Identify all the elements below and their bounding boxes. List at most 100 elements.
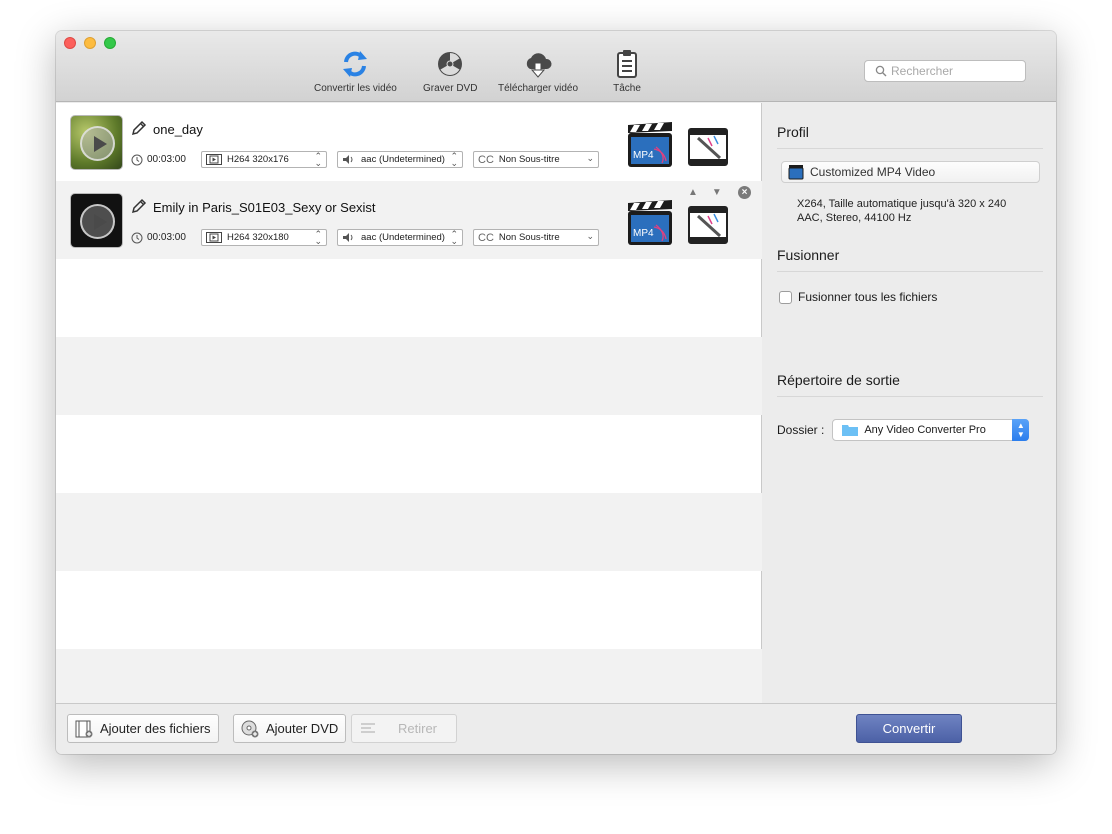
cloud-download-icon <box>526 53 552 78</box>
profile-description: X264, Taille automatique jusqu'à 320 x 2… <box>797 197 1006 225</box>
pencil-icon[interactable] <box>131 120 147 136</box>
pencil-icon[interactable] <box>131 198 147 214</box>
video-thumbnail[interactable] <box>70 115 123 170</box>
cc-icon: CC <box>478 153 494 166</box>
video-thumbnail[interactable] <box>70 193 123 248</box>
folder-value: Any Video Converter Pro <box>864 424 986 436</box>
video-track-select[interactable]: H264 320x180 ⌃ ⌄ <box>201 229 327 246</box>
play-icon[interactable] <box>80 126 115 161</box>
empty-row <box>56 259 762 337</box>
task-label: Tâche <box>613 83 641 94</box>
output-format-button[interactable]: MP4 <box>626 121 674 174</box>
file-row[interactable]: one_day 00:03:00 H264 320x176 ⌃ ⌄ aac (U… <box>56 103 762 181</box>
file-name: Emily in Paris_S01E03_Sexy or Sexist <box>153 200 376 215</box>
svg-text:MP4: MP4 <box>633 228 654 239</box>
bottom-bar: Ajouter des fichiers Ajouter DVD Retirer… <box>56 703 1056 754</box>
profile-desc-video: X264, Taille automatique jusqu'à 320 x 2… <box>797 198 1007 210</box>
audio-track-value: aac (Undetermined) <box>361 232 445 243</box>
stepper-icon: ⌃ ⌄ <box>450 229 458 246</box>
output-dir-title: Répertoire de sortie <box>777 372 900 388</box>
output-format-button[interactable]: MP4 <box>626 199 674 252</box>
profile-selector[interactable]: Customized MP4 Video <box>781 161 1040 183</box>
toolbar: Convertir les vidéo Graver DVD Télécharg… <box>56 31 1056 102</box>
folder-label: Dossier : <box>777 423 825 437</box>
zoom-window-button[interactable] <box>104 37 116 49</box>
convert-video-button[interactable]: Convertir les vidéo <box>314 49 397 94</box>
move-up-icon[interactable]: ▲ <box>688 187 698 198</box>
play-icon[interactable] <box>80 204 115 239</box>
mp4-clapper-icon: MP4 <box>628 122 672 167</box>
divider <box>777 271 1043 272</box>
video-track-select[interactable]: H264 320x176 ⌃ ⌄ <box>201 151 327 168</box>
subtitle-select[interactable]: CC Non Sous-titre ⌄ <box>473 151 599 168</box>
stepper-icon[interactable]: ▲ ▼ <box>1012 419 1030 441</box>
duration: 00:03:00 <box>131 154 201 166</box>
window-controls <box>64 37 116 49</box>
video-clapper-icon <box>788 165 804 180</box>
move-down-icon[interactable]: ▼ <box>712 187 722 198</box>
film-wand-icon <box>688 128 728 166</box>
app-window: Convertir les vidéo Graver DVD Télécharg… <box>56 31 1056 754</box>
clock-icon <box>131 154 143 165</box>
file-meta: 00:03:00 H264 320x180 ⌃ ⌄ aac (Undetermi… <box>131 229 599 246</box>
burn-dvd-label: Graver DVD <box>423 83 478 94</box>
search-icon <box>875 65 887 77</box>
folder-select[interactable]: Any Video Converter Pro ▲ ▼ <box>832 419 1030 441</box>
subtitle-value: Non Sous-titre <box>498 154 560 165</box>
stepper-icon: ⌃ ⌄ <box>314 151 322 168</box>
search-field[interactable] <box>864 60 1026 82</box>
film-icon <box>206 154 222 165</box>
folder-icon <box>842 425 859 436</box>
edit-video-button[interactable] <box>688 128 728 171</box>
merge-title: Fusionner <box>777 247 840 263</box>
stepper-icon: ⌃ ⌄ <box>314 229 322 246</box>
audio-track-value: aac (Undetermined) <box>361 154 445 165</box>
edit-video-button[interactable] <box>688 206 728 249</box>
clock-icon <box>131 232 143 243</box>
profile-title: Profil <box>777 124 809 140</box>
film-wand-icon <box>688 206 728 244</box>
search-input[interactable] <box>891 64 1021 78</box>
clipboard-icon <box>617 50 637 78</box>
download-video-label: Télécharger vidéo <box>498 83 579 94</box>
video-track-value: H264 320x176 <box>227 154 289 165</box>
speaker-icon <box>343 155 353 164</box>
empty-row <box>56 571 762 649</box>
audio-track-select[interactable]: aac (Undetermined) ⌃ ⌄ <box>337 151 463 168</box>
merge-checkbox[interactable]: Fusionner tous les fichiers <box>779 290 937 304</box>
task-button[interactable]: Tâche <box>612 49 642 94</box>
audio-track-select[interactable]: aac (Undetermined) ⌃ ⌄ <box>337 229 463 246</box>
empty-row <box>56 337 762 415</box>
duration-value: 00:03:00 <box>147 154 186 165</box>
minimize-window-button[interactable] <box>84 37 96 49</box>
add-files-button[interactable]: Ajouter des fichiers <box>67 714 219 743</box>
divider <box>777 148 1043 149</box>
file-list: one_day 00:03:00 H264 320x176 ⌃ ⌄ aac (U… <box>56 103 762 703</box>
download-video-button[interactable]: Télécharger vidéo <box>498 49 578 94</box>
burn-dvd-button[interactable]: Graver DVD <box>423 49 477 94</box>
settings-panel: Profil Customized MP4 Video X264, Taille… <box>763 103 1056 703</box>
reorder-controls: ▲ ▼ <box>688 187 722 198</box>
subtitle-select[interactable]: CC Non Sous-titre ⌄ <box>473 229 599 246</box>
svg-text:MP4: MP4 <box>633 150 654 161</box>
refresh-icon <box>343 51 368 77</box>
remove-button[interactable]: Retirer <box>351 714 457 743</box>
video-track-value: H264 320x180 <box>227 232 289 243</box>
close-window-button[interactable] <box>64 37 76 49</box>
duration: 00:03:00 <box>131 232 201 244</box>
add-dvd-button[interactable]: Ajouter DVD <box>233 714 347 743</box>
profile-desc-audio: AAC, Stereo, 44100 Hz <box>797 212 912 224</box>
folder-row: Dossier : Any Video Converter Pro ▲ ▼ <box>777 419 1030 441</box>
checkbox-box[interactable] <box>779 290 792 304</box>
convert-button[interactable]: Convertir <box>856 714 962 743</box>
cc-icon: CC <box>478 231 494 244</box>
merge-checkbox-label: Fusionner tous les fichiers <box>798 290 938 304</box>
file-meta: 00:03:00 H264 320x176 ⌃ ⌄ aac (Undetermi… <box>131 151 599 168</box>
remove-file-icon[interactable]: × <box>738 186 751 199</box>
convert-label: Convertir <box>882 721 936 736</box>
file-row[interactable]: Emily in Paris_S01E03_Sexy or Sexist ▲ ▼… <box>56 181 762 259</box>
speaker-icon <box>343 233 353 242</box>
add-dvd-label: Ajouter DVD <box>266 721 339 736</box>
duration-value: 00:03:00 <box>147 232 186 243</box>
list-remove-icon <box>361 722 375 733</box>
